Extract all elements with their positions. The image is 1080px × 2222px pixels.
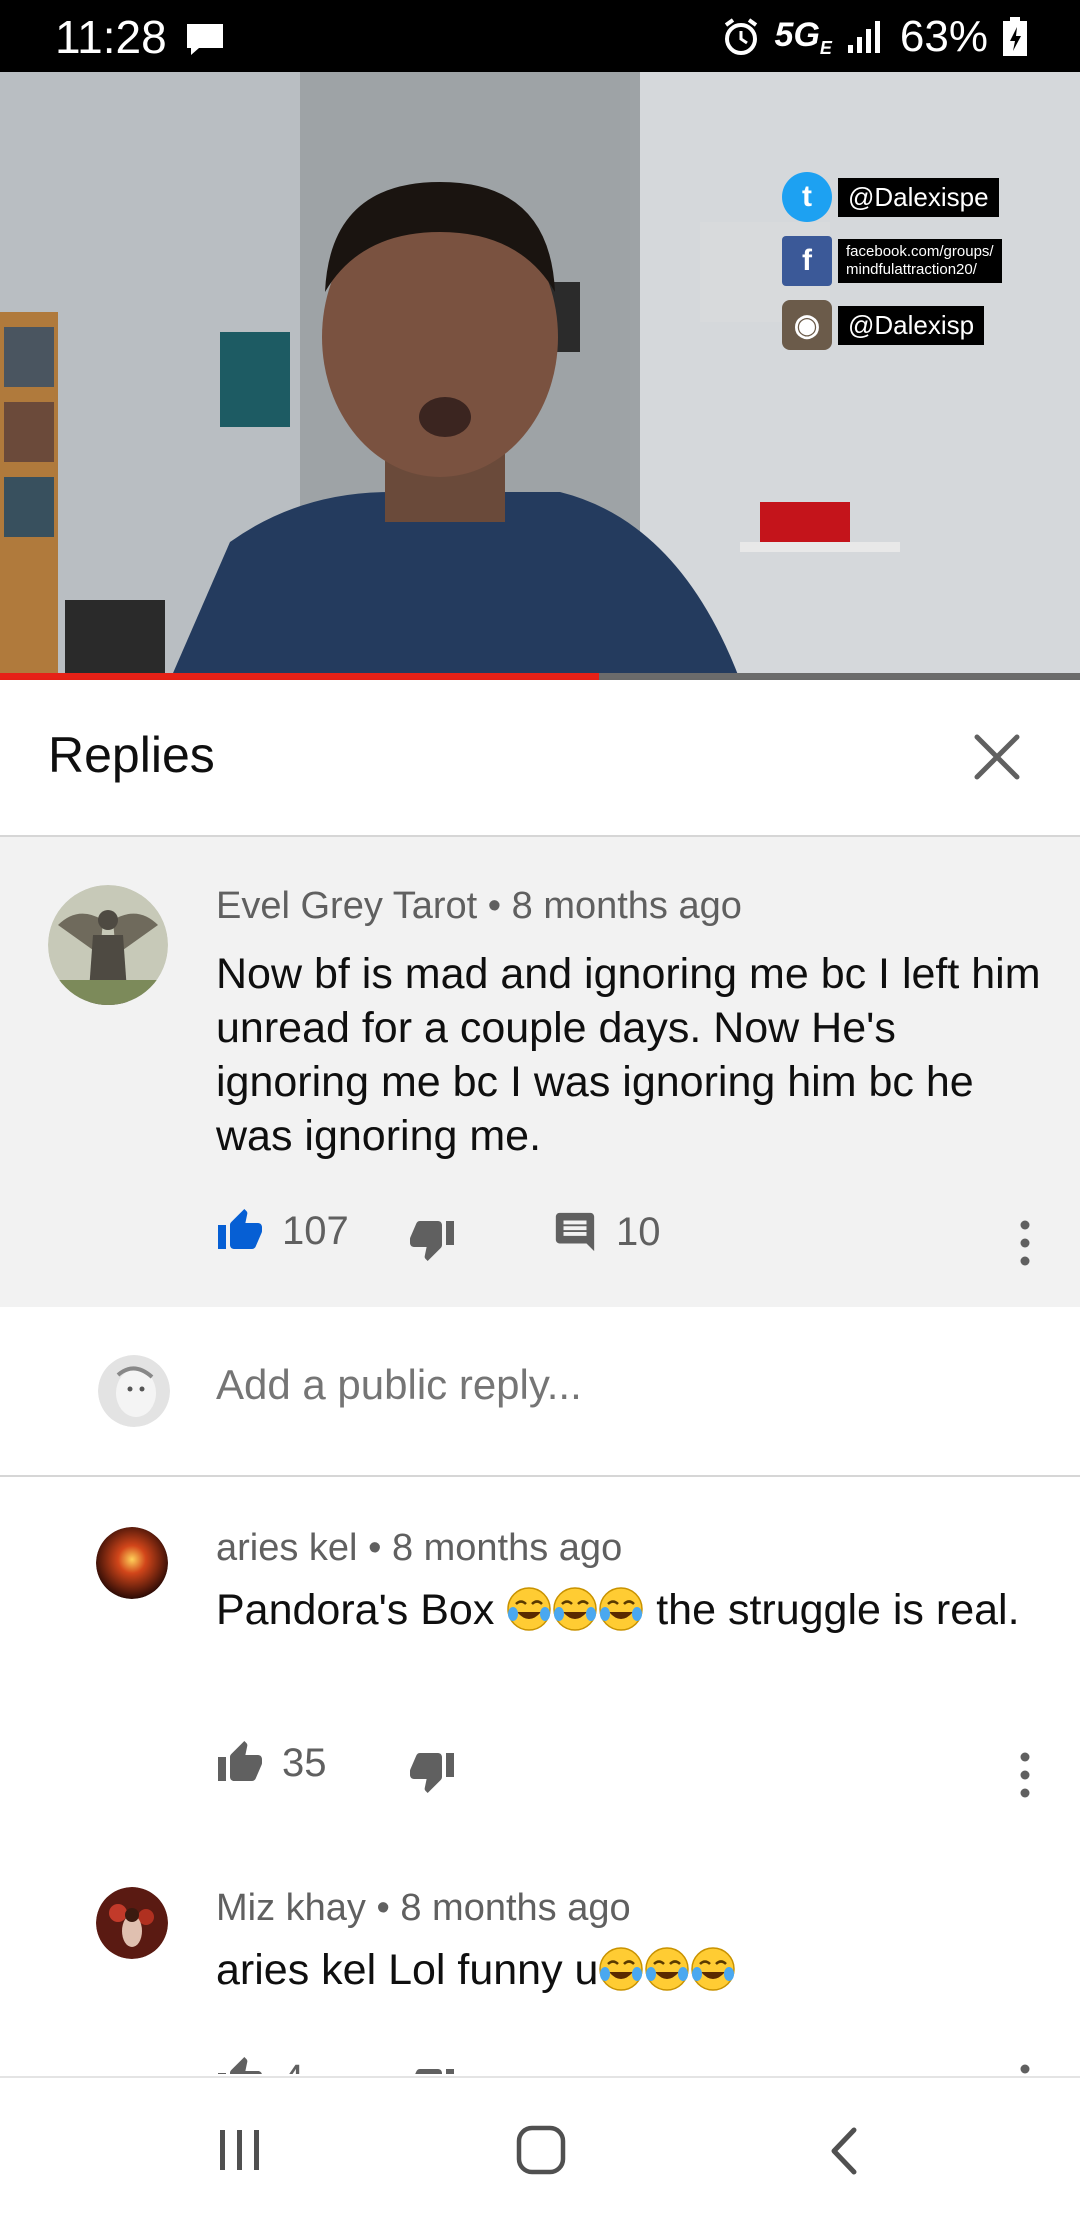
twitter-icon: t [782, 172, 832, 222]
instagram-icon: ◉ [782, 300, 832, 350]
joy-emoji [598, 1946, 736, 1994]
social-overlay: t @Dalexispe f facebook.com/groups/mindf… [782, 172, 1052, 364]
reply-item: Miz khay • 8 months ago aries kel Lol fu… [0, 1837, 1080, 2074]
signal-icon [847, 21, 880, 53]
avatar[interactable] [96, 1527, 168, 1599]
network-type: 5GE [774, 15, 832, 58]
home-icon[interactable] [515, 2124, 567, 2176]
comment-author[interactable]: Evel Grey Tarot [216, 885, 477, 927]
avatar[interactable] [48, 885, 168, 1005]
add-reply-row [0, 1307, 1080, 1477]
parent-comment: Evel Grey Tarot • 8 months ago Now bf is… [0, 837, 1080, 1307]
reply-count-action[interactable]: 10 [552, 1209, 661, 1255]
like-count: 107 [282, 1208, 349, 1253]
status-time: 11:28 [55, 11, 167, 63]
joy-emoji [506, 1586, 644, 1634]
like-count: 35 [282, 1740, 327, 1785]
tears-of-joy-icon [599, 1587, 644, 1631]
status-icons: 5GE 63% [721, 12, 1028, 62]
video-player[interactable]: t @Dalexispe f facebook.com/groups/mindf… [0, 72, 1080, 680]
comment-time: 8 months ago [511, 885, 742, 927]
like-action[interactable]: 107 [216, 1207, 349, 1255]
comment-meta: Evel Grey Tarot • 8 months ago [216, 885, 742, 927]
reply-count: 10 [616, 1209, 661, 1254]
wall-painting [220, 332, 290, 427]
thumbs-down-icon[interactable] [408, 2063, 456, 2074]
battery-percent: 63% [899, 12, 988, 61]
avatar [98, 1355, 170, 1427]
reply-text: Pandora's Box the struggle is real. [216, 1586, 1020, 1634]
more-vert-icon[interactable] [1015, 1213, 1035, 1273]
thumbs-down-icon[interactable] [408, 1747, 456, 1795]
tears-of-joy-icon [691, 1947, 736, 1991]
facebook-icon: f [782, 236, 832, 286]
thumbs-up-icon[interactable] [216, 1739, 264, 1787]
close-icon[interactable] [962, 722, 1032, 792]
more-vert-icon[interactable] [1015, 2057, 1035, 2074]
reply-time: 8 months ago [391, 1527, 623, 1569]
alarm-icon [724, 18, 757, 55]
replies-header: Replies [0, 680, 1080, 837]
reply-input[interactable] [216, 1361, 996, 1409]
status-bar: 11:28 5GE 63% [0, 0, 1080, 72]
facebook-group: f facebook.com/groups/mindfulattraction2… [782, 236, 1052, 286]
recent-apps-icon[interactable] [216, 2126, 264, 2174]
reply-item: aries kel • 8 months ago Pandora's Box t… [0, 1477, 1080, 1837]
reply-author[interactable]: aries kel [216, 1527, 358, 1569]
thumbs-up-icon[interactable] [216, 2055, 264, 2074]
comment-icon[interactable] [552, 1209, 598, 1255]
twitter-handle: t @Dalexispe [782, 172, 1052, 222]
reply-author[interactable]: Miz khay [216, 1887, 366, 1929]
like-action[interactable]: 4 [216, 2055, 304, 2074]
comment-text: Now bf is mad and ignoring me bc I left … [216, 950, 1041, 1160]
instagram-handle: ◉ @Dalexisp [782, 300, 1052, 350]
tears-of-joy-icon [553, 1587, 598, 1631]
avatar[interactable] [96, 1887, 168, 1959]
battery-charging-icon [1003, 17, 1027, 56]
thumbs-down-icon[interactable] [408, 1215, 456, 1263]
like-action[interactable]: 35 [216, 1739, 327, 1787]
reply-text: aries kel Lol funny u [216, 1943, 1046, 1997]
reply-meta: Miz khay • 8 months ago [216, 1887, 631, 1929]
message-notification-icon [187, 24, 223, 55]
reply-meta: aries kel • 8 months ago [216, 1527, 623, 1569]
reply-time: 8 months ago [400, 1887, 631, 1929]
video-frame [0, 72, 1080, 680]
like-count: 4 [282, 2057, 304, 2075]
tears-of-joy-icon [645, 1947, 690, 1991]
navigation-bar [0, 2076, 1080, 2222]
video-progress-fill [0, 673, 600, 680]
replies-title: Replies [48, 727, 215, 783]
thumbs-up-icon[interactable] [216, 1207, 264, 1255]
tears-of-joy-icon [599, 1947, 644, 1991]
tears-of-joy-icon [507, 1587, 552, 1631]
more-vert-icon[interactable] [1015, 1745, 1035, 1805]
back-icon[interactable] [826, 2126, 862, 2176]
